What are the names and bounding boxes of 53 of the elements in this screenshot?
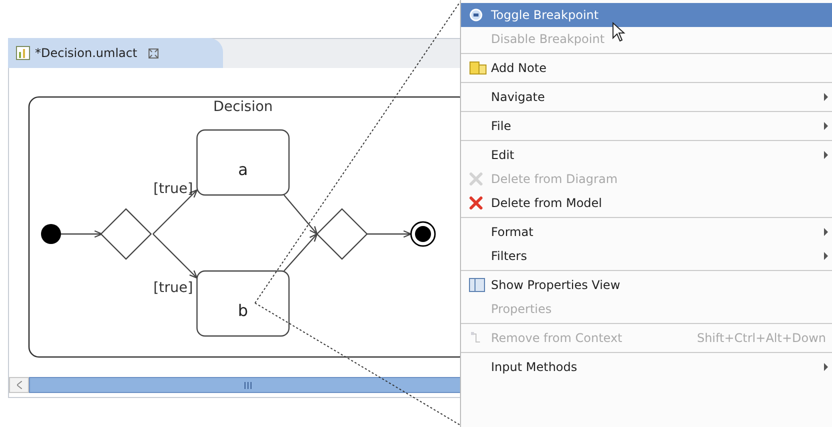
menu-item-label: Filters [491, 248, 527, 265]
final-node [410, 221, 436, 247]
flow-arrow [284, 194, 318, 236]
pointer-cursor-icon [612, 22, 626, 42]
activity-title: Decision [213, 99, 273, 115]
menu-item[interactable]: Show Properties View [461, 273, 832, 297]
panel-icon [469, 278, 485, 292]
menu-item[interactable]: Navigate [461, 85, 832, 109]
menu-item[interactable]: Toggle Breakpoint [461, 3, 832, 27]
menu-item-label: Show Properties View [491, 277, 620, 294]
action-node: a [196, 129, 290, 196]
menu-item-label: Format [491, 224, 534, 241]
menu-item-label: File [491, 118, 512, 135]
menu-item-label: Delete from Model [491, 195, 602, 212]
cross-icon [469, 172, 483, 186]
close-icon[interactable] [148, 48, 160, 58]
menu-item[interactable]: Input Methods [461, 355, 832, 379]
menu-item[interactable]: Filters [461, 244, 832, 268]
menu-item-label: Edit [491, 147, 514, 164]
flow-arrow [152, 234, 198, 280]
shortcut-label: Shift+Ctrl+Alt+Down [696, 330, 827, 347]
flow-arrow [284, 232, 318, 272]
cross-icon [469, 196, 483, 210]
editor-tab[interactable]: *Decision.umlact [8, 38, 223, 68]
grip-icon [244, 382, 252, 388]
menu-item[interactable]: Format [461, 220, 832, 244]
guard-label: [true] [153, 181, 193, 197]
merge-node [316, 208, 368, 260]
flow-arrow [367, 230, 413, 238]
menu-item-label: Remove from Context [491, 330, 622, 347]
menu-item-label: Properties [491, 301, 552, 318]
guard-label: [true] [153, 280, 193, 296]
chart-file-icon [16, 46, 30, 60]
menu-item-label: Disable Breakpoint [491, 31, 605, 48]
decision-node [100, 208, 152, 260]
tab-title: *Decision.umlact [35, 45, 138, 62]
remove-icon [469, 331, 483, 345]
menu-item[interactable]: Edit [461, 143, 832, 167]
flow-arrow [61, 230, 104, 238]
menu-item-label: Delete from Diagram [491, 171, 618, 188]
menu-item-label: Input Methods [491, 359, 578, 376]
action-node: b [196, 270, 290, 337]
scroll-left-button[interactable] [9, 377, 29, 393]
menu-item-label: Toggle Breakpoint [491, 7, 599, 24]
menu-item-label: Add Note [491, 60, 546, 77]
menu-item[interactable]: File [461, 114, 832, 138]
note-icon [469, 61, 487, 75]
chevron-left-icon [16, 381, 22, 389]
menu-item[interactable]: Add Note [461, 56, 832, 80]
menu-item[interactable]: Delete from Model [461, 191, 832, 215]
breakpoint-icon [469, 8, 483, 22]
menu-item-label: Navigate [491, 89, 545, 106]
initial-node [41, 224, 61, 244]
